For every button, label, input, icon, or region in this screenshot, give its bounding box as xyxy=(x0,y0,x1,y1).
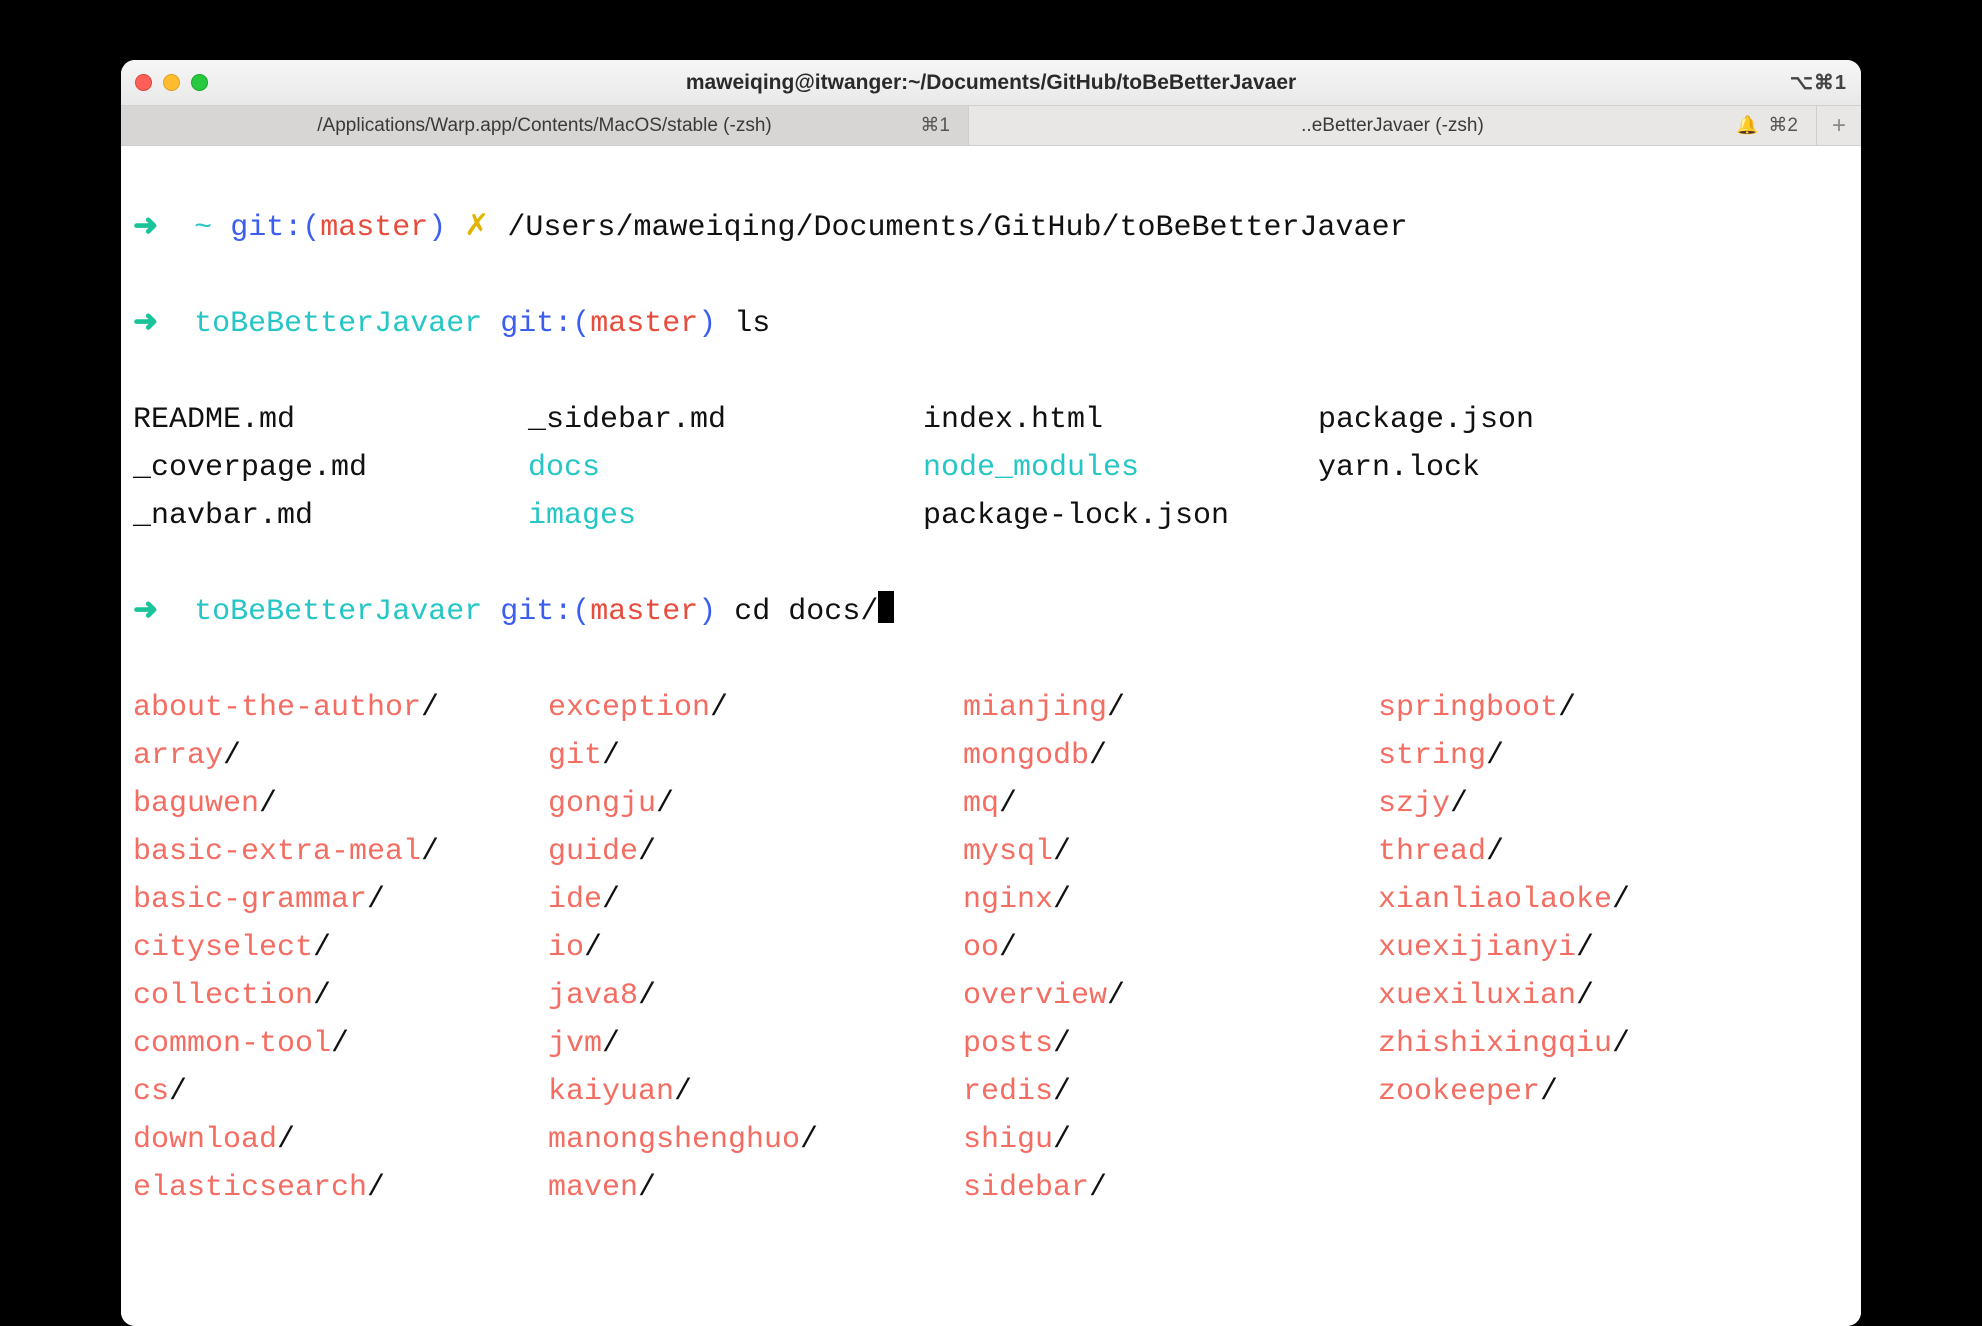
completion-item: shigu/ xyxy=(963,1116,1378,1164)
prompt-line-1: ➜ ~ git:(master) ✗ /Users/maweiqing/Docu… xyxy=(133,204,1849,252)
completion-item: mianjing/ xyxy=(963,684,1378,732)
window-title: maweiqing@itwanger:~/Documents/GitHub/to… xyxy=(121,71,1861,95)
tab-label: /Applications/Warp.app/Contents/MacOS/st… xyxy=(317,115,771,137)
terminal-content[interactable]: ➜ ~ git:(master) ✗ /Users/maweiqing/Docu… xyxy=(121,146,1861,1326)
completion-item: zookeeper/ xyxy=(1378,1068,1849,1116)
completion-item: exception/ xyxy=(548,684,963,732)
list-item: node_modules xyxy=(923,444,1318,492)
list-item: _coverpage.md xyxy=(133,444,528,492)
new-tab-button[interactable]: + xyxy=(1817,106,1861,145)
completion-item: jvm/ xyxy=(548,1020,963,1068)
completion-item: overview/ xyxy=(963,972,1378,1020)
completion-item: xuexijianyi/ xyxy=(1378,924,1849,972)
completion-item: xianliaolaoke/ xyxy=(1378,876,1849,924)
terminal-window: maweiqing@itwanger:~/Documents/GitHub/to… xyxy=(121,60,1861,1326)
list-item: package.json xyxy=(1318,396,1849,444)
completion-item: zhishixingqiu/ xyxy=(1378,1020,1849,1068)
completion-item: elasticsearch/ xyxy=(133,1164,548,1212)
prompt-line-2: ➜ toBeBetterJavaer git:(master) ls xyxy=(133,300,1849,348)
list-item: docs xyxy=(528,444,923,492)
completion-item: gongju/ xyxy=(548,780,963,828)
titlebar-shortcut: ⌥⌘1 xyxy=(1790,70,1847,95)
completion-item: redis/ xyxy=(963,1068,1378,1116)
cursor xyxy=(878,591,894,623)
completion-item: io/ xyxy=(548,924,963,972)
completion-item: basic-extra-meal/ xyxy=(133,828,548,876)
completion-item: basic-grammar/ xyxy=(133,876,548,924)
tab-1[interactable]: /Applications/Warp.app/Contents/MacOS/st… xyxy=(121,106,969,145)
completion-item: ide/ xyxy=(548,876,963,924)
list-item xyxy=(1318,492,1849,540)
completion-item: oo/ xyxy=(963,924,1378,972)
list-item: images xyxy=(528,492,923,540)
list-item: _navbar.md xyxy=(133,492,528,540)
completion-item: nginx/ xyxy=(963,876,1378,924)
completion-item: collection/ xyxy=(133,972,548,1020)
bell-icon: 🔔 xyxy=(1736,115,1758,136)
completion-item: mongodb/ xyxy=(963,732,1378,780)
tab-2[interactable]: ..eBetterJavaer (-zsh) 🔔 ⌘2 xyxy=(969,106,1817,145)
tab-shortcut: ⌘1 xyxy=(920,114,950,137)
completion-item: posts/ xyxy=(963,1020,1378,1068)
completion-list: about-the-author/exception/mianjing/spri… xyxy=(133,684,1849,1212)
completion-item: sidebar/ xyxy=(963,1164,1378,1212)
list-item: index.html xyxy=(923,396,1318,444)
minimize-icon[interactable] xyxy=(163,74,180,91)
completion-item: cityselect/ xyxy=(133,924,548,972)
completion-item: kaiyuan/ xyxy=(548,1068,963,1116)
completion-item: mq/ xyxy=(963,780,1378,828)
maximize-icon[interactable] xyxy=(191,74,208,91)
completion-item: common-tool/ xyxy=(133,1020,548,1068)
completion-item: java8/ xyxy=(548,972,963,1020)
completion-item: about-the-author/ xyxy=(133,684,548,732)
completion-item: szjy/ xyxy=(1378,780,1849,828)
completion-item: guide/ xyxy=(548,828,963,876)
prompt-line-3: ➜ toBeBetterJavaer git:(master) cd docs/ xyxy=(133,588,1849,636)
close-icon[interactable] xyxy=(135,74,152,91)
completion-item: array/ xyxy=(133,732,548,780)
tab-label: ..eBetterJavaer (-zsh) xyxy=(1301,115,1484,137)
completion-item: springboot/ xyxy=(1378,684,1849,732)
completion-item: baguwen/ xyxy=(133,780,548,828)
completion-item: xuexiluxian/ xyxy=(1378,972,1849,1020)
ls-output: README.md_sidebar.mdindex.htmlpackage.js… xyxy=(133,396,1849,540)
completion-item xyxy=(1378,1116,1849,1164)
completion-item: string/ xyxy=(1378,732,1849,780)
completion-item: manongshenghuo/ xyxy=(548,1116,963,1164)
completion-item: cs/ xyxy=(133,1068,548,1116)
tab-shortcut: ⌘2 xyxy=(1768,114,1798,137)
completion-item: maven/ xyxy=(548,1164,963,1212)
list-item: README.md xyxy=(133,396,528,444)
list-item: yarn.lock xyxy=(1318,444,1849,492)
completion-item: mysql/ xyxy=(963,828,1378,876)
completion-item xyxy=(1378,1164,1849,1212)
list-item: _sidebar.md xyxy=(528,396,923,444)
titlebar: maweiqing@itwanger:~/Documents/GitHub/to… xyxy=(121,60,1861,106)
window-controls xyxy=(135,74,208,91)
completion-item: thread/ xyxy=(1378,828,1849,876)
completion-item: download/ xyxy=(133,1116,548,1164)
completion-item: git/ xyxy=(548,732,963,780)
list-item: package-lock.json xyxy=(923,492,1318,540)
tabbar: /Applications/Warp.app/Contents/MacOS/st… xyxy=(121,106,1861,146)
